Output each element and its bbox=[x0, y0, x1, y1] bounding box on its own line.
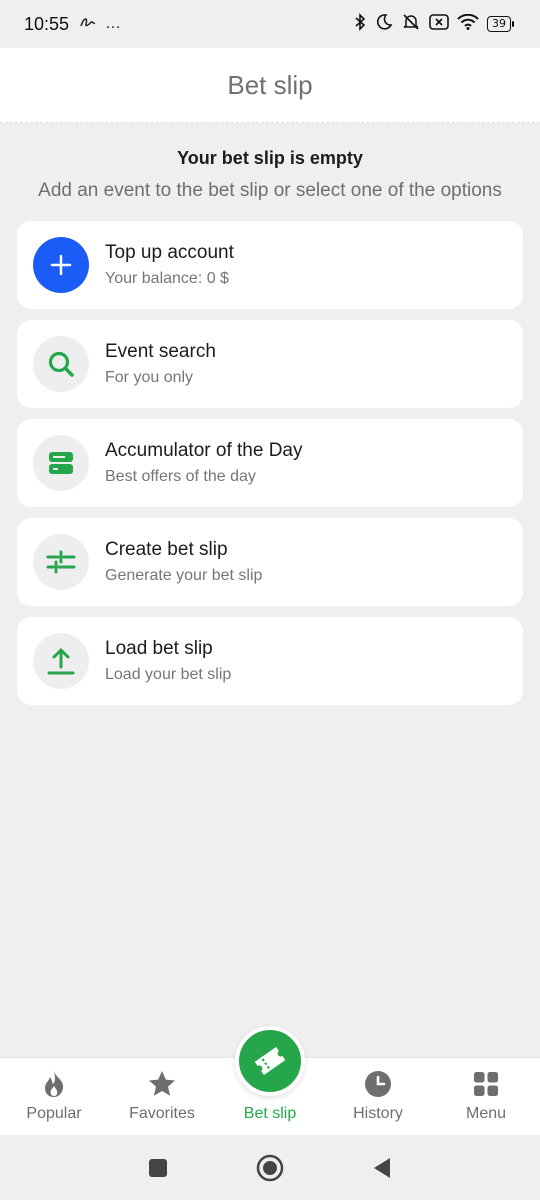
home-button[interactable] bbox=[256, 1154, 284, 1182]
more-notifications-icon: … bbox=[105, 15, 122, 32]
back-button[interactable] bbox=[372, 1156, 392, 1180]
bluetooth-icon bbox=[353, 12, 367, 36]
nav-bet-slip[interactable]: Bet slip bbox=[216, 1026, 324, 1135]
app-header: Bet slip bbox=[0, 48, 540, 123]
option-title: Event search bbox=[105, 341, 216, 362]
create-bet-slip-option[interactable]: Create bet slip Generate your bet slip bbox=[17, 518, 523, 606]
system-nav-bar bbox=[0, 1135, 540, 1200]
ticket-icon bbox=[235, 1026, 305, 1096]
nav-label: Bet slip bbox=[243, 1105, 297, 1122]
option-subtitle: Generate your bet slip bbox=[105, 567, 263, 584]
load-bet-slip-option[interactable]: Load bet slip Load your bet slip bbox=[17, 617, 523, 705]
nav-label: Popular bbox=[26, 1105, 82, 1122]
battery-level: 39 bbox=[487, 16, 511, 32]
plus-icon bbox=[33, 237, 89, 293]
nav-label: History bbox=[353, 1105, 403, 1122]
option-subtitle: Your balance: 0 $ bbox=[105, 270, 229, 287]
empty-state-subtitle: Add an event to the bet slip or select o… bbox=[38, 180, 502, 201]
moon-icon bbox=[375, 13, 393, 36]
page-title: Bet slip bbox=[227, 69, 313, 100]
flame-icon bbox=[41, 1069, 67, 1099]
battery-icon: 39 bbox=[487, 16, 514, 32]
nav-label: Favorites bbox=[129, 1105, 195, 1122]
option-subtitle: Best offers of the day bbox=[105, 468, 256, 485]
event-search-option[interactable]: Event search For you only bbox=[17, 320, 523, 408]
nav-menu[interactable]: Menu bbox=[432, 1058, 540, 1135]
sliders-icon bbox=[33, 534, 89, 590]
top-up-account-option[interactable]: Top up account Your balance: 0 $ bbox=[17, 221, 523, 309]
search-icon bbox=[33, 336, 89, 392]
bottom-nav: Popular Favorites Bet slip History Menu bbox=[0, 1026, 540, 1135]
grid-icon bbox=[473, 1069, 499, 1099]
options-list: Top up account Your balance: 0 $ Event s… bbox=[17, 221, 523, 716]
mute-bell-icon bbox=[401, 13, 421, 36]
upload-icon bbox=[33, 633, 89, 689]
nav-favorites[interactable]: Favorites bbox=[108, 1058, 216, 1135]
recent-apps-button[interactable] bbox=[148, 1158, 168, 1178]
nav-history[interactable]: History bbox=[324, 1058, 432, 1135]
clock-icon bbox=[364, 1069, 392, 1099]
option-subtitle: For you only bbox=[105, 369, 194, 386]
option-subtitle: Load your bet slip bbox=[105, 666, 232, 683]
wifi-icon bbox=[457, 13, 479, 35]
option-title: Load bet slip bbox=[105, 638, 213, 659]
option-title: Top up account bbox=[105, 242, 234, 263]
accumulator-icon bbox=[33, 435, 89, 491]
star-icon bbox=[147, 1069, 177, 1099]
sim-off-icon bbox=[429, 13, 449, 35]
option-title: Create bet slip bbox=[105, 539, 228, 560]
signature-icon bbox=[79, 15, 97, 34]
accumulator-of-the-day-option[interactable]: Accumulator of the Day Best offers of th… bbox=[17, 419, 523, 507]
status-bar: 10:55 … 39 bbox=[0, 0, 540, 48]
empty-state-title: Your bet slip is empty bbox=[177, 148, 363, 168]
option-title: Accumulator of the Day bbox=[105, 440, 303, 461]
nav-label: Menu bbox=[465, 1105, 507, 1122]
nav-popular[interactable]: Popular bbox=[0, 1058, 108, 1135]
status-time: 10:55 bbox=[24, 13, 70, 34]
